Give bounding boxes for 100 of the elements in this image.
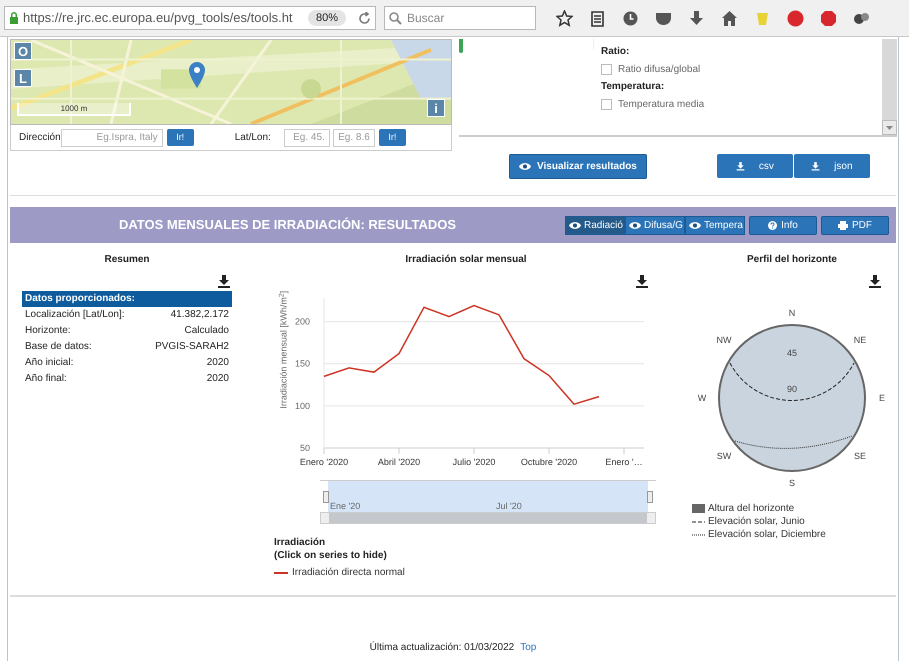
compass-label: SW (716, 451, 732, 461)
info-button[interactable]: Info (749, 216, 817, 234)
navigator-label: Jul '20 (496, 500, 522, 513)
compass-label: SE (854, 451, 866, 461)
top-link[interactable]: Top (520, 640, 536, 655)
eye-icon (689, 220, 701, 230)
printer-icon (838, 220, 848, 230)
range-handle[interactable] (647, 491, 653, 503)
line-swatch-icon (274, 572, 288, 574)
eye-icon (519, 162, 531, 170)
horizon-title: Perfil del horizonte (746, 253, 838, 267)
map-info-button[interactable]: i (427, 99, 445, 117)
group-title: Temperatura: (601, 81, 666, 93)
y-tick-label: 150 (294, 358, 310, 369)
compass-label: NE (854, 335, 866, 345)
legend-label: Altura del horizonte (708, 502, 794, 516)
checkbox[interactable] (601, 64, 612, 75)
summary-label: Año inicial: (25, 356, 74, 370)
option-label: Ratio difusa/global (618, 63, 700, 76)
clipboard-icon[interactable] (589, 10, 606, 26)
go-button[interactable]: Ir! (378, 129, 406, 146)
download-icon[interactable] (217, 274, 231, 288)
compass-label: S (789, 478, 795, 488)
download-icon (736, 161, 745, 171)
last-updated: Última actualización: 01/03/2022 (370, 640, 514, 655)
summary-label: Horizonte: (25, 324, 71, 338)
range-navigator[interactable]: Ene '20 Jul '20 (320, 480, 656, 524)
compass-label: W (698, 393, 706, 403)
go-button[interactable]: Ir! (166, 129, 194, 146)
x-tick-label: Enero '… (605, 457, 643, 467)
history-icon[interactable] (622, 10, 639, 26)
x-tick-label: Octubre '2020 (520, 457, 578, 467)
home-icon[interactable] (721, 10, 738, 26)
area-swatch-icon (692, 504, 705, 513)
download-button[interactable]: csv (716, 154, 793, 178)
address-field[interactable]: Eg.Ispra, Italy (60, 128, 163, 146)
chart-title: Irradiación solar mensual (404, 253, 528, 267)
map-layer-button[interactable]: O (14, 42, 32, 60)
y-tick-label: 100 (294, 400, 310, 411)
summary-value: Calculado (184, 324, 229, 338)
summary-value: PVGIS-SARAH2 (155, 340, 229, 354)
address-label: Dirección (19, 131, 61, 145)
summary-label: Año final: (25, 372, 67, 386)
checkbox[interactable] (601, 99, 612, 110)
latitude-field[interactable]: Eg. 45. (284, 128, 330, 146)
x-tick-label: Enero '2020 (300, 457, 348, 467)
navigator-scrollbar[interactable] (320, 512, 656, 524)
scrollbar[interactable] (882, 39, 897, 135)
map-scale: 1000 m (17, 103, 131, 116)
results-tab[interactable]: Radiació (565, 216, 625, 234)
summary-title: Resumen (103, 253, 150, 267)
map-layer-button[interactable]: L (14, 69, 32, 87)
lock-icon (9, 12, 19, 24)
pdf-button[interactable]: PDF (821, 216, 889, 234)
compass-label: E (879, 393, 885, 403)
latlon-label: Lat/Lon: (234, 131, 271, 145)
y-tick-label: 50 (300, 443, 310, 453)
results-title: DATOS MENSUALES DE IRRADIACIÓN: RESULTADOS (118, 216, 458, 234)
summary-label: Base de datos: (25, 340, 92, 354)
x-tick-label: Julio '2020 (452, 457, 496, 467)
eye-icon (569, 220, 581, 230)
summary-value: 41.382,2.172 (170, 308, 229, 322)
summary-label: Localización [Lat/Lon]: (25, 308, 125, 322)
x-tick-label: Abril '2020 (378, 457, 420, 467)
download-icon[interactable] (868, 274, 882, 288)
dashed-line-icon (692, 520, 705, 522)
results-tab[interactable]: Difusa/G (625, 216, 685, 234)
question-icon (768, 220, 778, 230)
group-title: Ratio: (601, 46, 630, 58)
download-icon (811, 161, 820, 171)
legend-item[interactable]: Irradiación directa normal (274, 565, 652, 580)
legend-hint: (Click on series to hide) (274, 549, 388, 562)
results-tab[interactable]: Tempera (685, 216, 745, 234)
scrollbar-thumb[interactable] (329, 513, 647, 523)
dotted-line-icon (692, 534, 705, 536)
longitude-field[interactable]: Eg. 8.6 (332, 128, 375, 146)
download-button[interactable]: json (794, 154, 870, 178)
search-field[interactable]: Buscar (384, 6, 536, 30)
url-text: https://re.jrc.ec.europa.eu/pvg_tools/es/tools.ht (23, 9, 293, 28)
compass-label: N (788, 308, 796, 318)
reload-icon[interactable] (358, 12, 371, 24)
range-handle[interactable] (323, 491, 329, 503)
pin-icon (189, 62, 205, 88)
scroll-down-icon[interactable] (886, 126, 893, 130)
summary-header: Datos proporcionados: (22, 291, 232, 307)
download-icon[interactable] (688, 10, 705, 26)
visualize-button[interactable]: Visualizar resultados (509, 154, 647, 178)
compass-label: NW (716, 335, 732, 345)
address-bar[interactable]: https://re.jrc.ec.europa.eu/pvg_tools/es/tools.ht 80% (4, 6, 376, 30)
download-icon[interactable] (635, 274, 649, 288)
ring-label: 90 (787, 384, 797, 394)
zoom-level[interactable]: 80% (308, 10, 346, 26)
y-tick-label: 200 (294, 316, 310, 327)
option-label: Temperatura media (618, 98, 704, 111)
legend-title: Irradiación (274, 536, 326, 549)
legend-label: Elevación solar, Diciembre (708, 528, 826, 542)
eye-icon (629, 220, 641, 230)
search-icon (389, 12, 402, 25)
summary-value: 2020 (206, 372, 229, 386)
star-icon[interactable] (556, 10, 573, 26)
